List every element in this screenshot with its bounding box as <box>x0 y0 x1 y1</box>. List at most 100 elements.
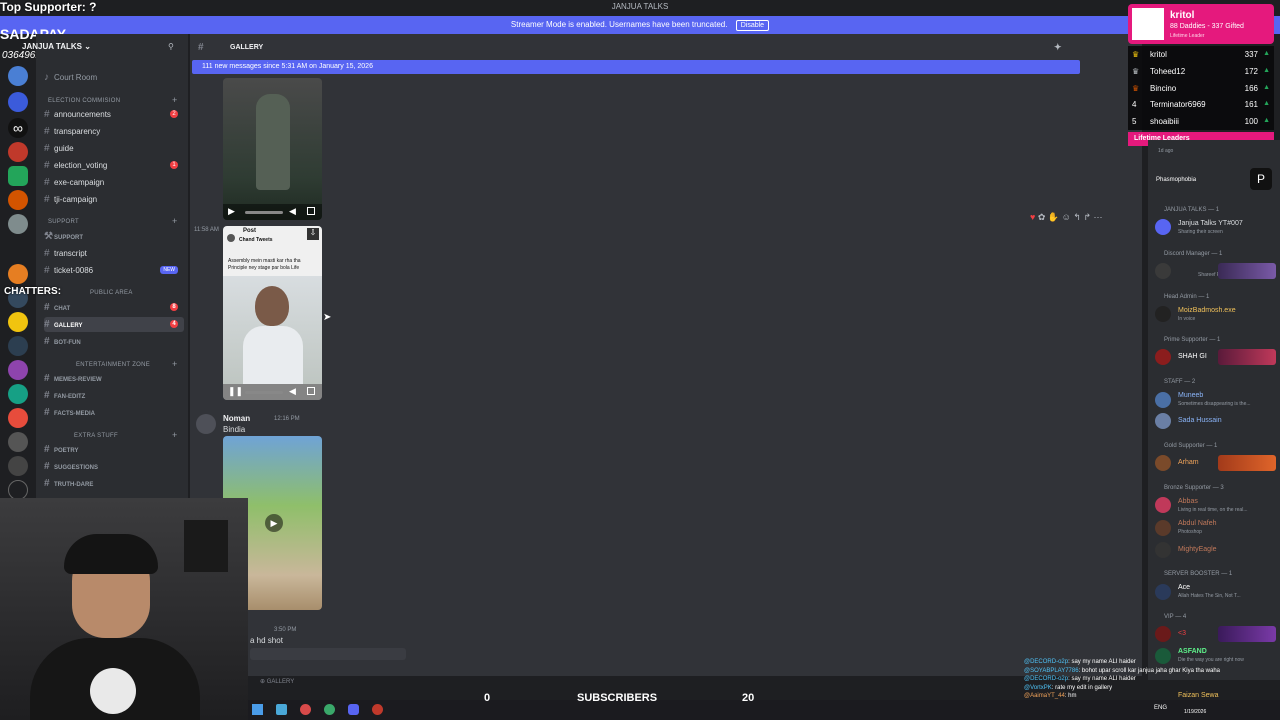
channel-court-room[interactable]: ♪ Court Room <box>44 70 184 85</box>
channel-guide[interactable]: # guide <box>44 141 184 156</box>
browser-icon[interactable] <box>324 704 335 715</box>
server-icon[interactable] <box>8 432 28 452</box>
download-icon[interactable]: ⇩ <box>307 228 319 240</box>
channel-poetry[interactable]: # POETRY <box>44 442 184 457</box>
server-icon[interactable] <box>8 214 28 234</box>
video-attachment[interactable]: Post Chand Tweets ⇩ Assembly mein masti … <box>223 226 322 400</box>
pin-icon[interactable]: ✦ <box>1054 42 1062 53</box>
add-channel-icon[interactable]: + <box>172 430 177 440</box>
member-name[interactable]: Janjua Talks YT#007 <box>1178 220 1243 227</box>
video-attachment[interactable]: ▶ ◀ <box>223 78 322 220</box>
thumbs-up-icon[interactable]: ✋ <box>1048 212 1059 222</box>
server-icon[interactable] <box>8 190 28 210</box>
avatar[interactable] <box>1155 219 1171 235</box>
new-messages-bar[interactable]: 111 new messages since 5:31 AM on Januar… <box>192 60 1080 74</box>
avatar[interactable] <box>1155 497 1171 513</box>
server-icon[interactable] <box>8 312 28 332</box>
channel-announcements[interactable]: # announcements 2 <box>44 107 184 122</box>
channel-transcript[interactable]: # transcript <box>44 246 184 261</box>
channel-chat[interactable]: # CHAT 8 <box>44 300 184 315</box>
app-icon[interactable] <box>276 704 287 715</box>
discord-icon[interactable] <box>348 704 359 715</box>
channel-exe-campaign[interactable]: # exe-campaign <box>44 175 184 190</box>
heart-reaction-icon[interactable]: ♥ <box>1030 212 1035 222</box>
channel-fan-editz[interactable]: # FAN-EDITZ <box>44 388 184 403</box>
infinity-icon[interactable]: ∞ <box>8 118 28 138</box>
video-progress[interactable] <box>245 211 283 214</box>
add-member-icon[interactable]: ⚲ <box>168 42 174 51</box>
channel-suggestions[interactable]: # SUGGESTIONS <box>44 459 184 474</box>
app-icon[interactable] <box>300 704 311 715</box>
avatar[interactable] <box>1155 392 1171 408</box>
add-channel-icon[interactable]: + <box>172 95 177 105</box>
more-icon[interactable]: ⋯ <box>1094 212 1103 222</box>
server-icon[interactable] <box>8 142 28 162</box>
discover-icon[interactable] <box>8 480 28 500</box>
channel-transparency[interactable]: # transparency <box>44 124 184 139</box>
avatar[interactable] <box>1155 584 1171 600</box>
server-icon[interactable] <box>8 384 28 404</box>
member-name[interactable]: MightyEagle <box>1178 546 1217 553</box>
message-input[interactable]: ⊕ GALLERY <box>260 678 294 685</box>
channel-ticket[interactable]: # ticket-0086 NEW <box>44 263 184 278</box>
avatar[interactable] <box>1155 626 1171 642</box>
member-name[interactable]: SHAH GI <box>1178 353 1207 360</box>
member-name[interactable]: Muneeb <box>1178 392 1203 399</box>
app-icon[interactable] <box>372 704 383 715</box>
channel-support[interactable]: ⚒SUPPORT <box>44 229 184 244</box>
server-icon[interactable] <box>8 66 28 86</box>
avatar[interactable] <box>1155 413 1171 429</box>
message-author[interactable]: Noman <box>223 414 250 423</box>
avatar[interactable] <box>1155 263 1171 279</box>
forward-icon[interactable]: ↱ <box>1083 212 1091 222</box>
channel-memes-review[interactable]: # MEMES-REVIEW <box>44 371 184 386</box>
member-name[interactable]: <3 <box>1178 630 1186 637</box>
member-name[interactable]: Arham <box>1178 459 1199 466</box>
category-extra-stuff[interactable]: EXTRA STUFF <box>74 433 118 439</box>
start-icon[interactable] <box>252 704 263 715</box>
server-icon[interactable] <box>8 336 28 356</box>
channel-truth-dare[interactable]: # TRUTH-DARE <box>44 476 184 491</box>
channel-facts-media[interactable]: # FACTS-MEDIA <box>44 405 184 420</box>
reply-icon[interactable]: ↰ <box>1073 212 1081 222</box>
volume-icon[interactable]: ◀ <box>289 386 296 397</box>
fullscreen-icon[interactable] <box>307 207 315 215</box>
avatar[interactable] <box>1155 542 1171 558</box>
category-support[interactable]: SUPPORT <box>48 219 79 225</box>
play-icon[interactable]: ▶ <box>228 206 235 217</box>
member-name[interactable]: Abdul Nafeh <box>1178 520 1217 527</box>
emoji-picker-icon[interactable]: ☺ <box>1062 212 1071 222</box>
avatar[interactable] <box>1155 455 1171 471</box>
server-icon[interactable] <box>8 360 28 380</box>
server-icon[interactable] <box>8 166 28 186</box>
category-entertainment-zone[interactable]: ENTERTAINMENT ZONE <box>76 362 150 368</box>
channel-election-voting[interactable]: # election_voting 1 <box>44 158 184 173</box>
category-public-area[interactable]: PUBLIC AREA <box>90 290 133 296</box>
avatar[interactable] <box>1155 349 1171 365</box>
pause-icon[interactable]: ❚❚ <box>228 386 243 397</box>
attach-icon[interactable]: ⊕ <box>260 679 267 685</box>
server-icon[interactable] <box>8 92 28 112</box>
add-channel-icon[interactable]: + <box>172 359 177 369</box>
add-channel-icon[interactable]: + <box>172 216 177 226</box>
reaction-icon[interactable]: ✿ <box>1038 212 1046 222</box>
member-name[interactable]: Abbas <box>1178 498 1198 505</box>
member-name[interactable]: Ace <box>1178 584 1190 591</box>
member-name[interactable]: Sada Hussain <box>1178 417 1222 424</box>
channel-gallery[interactable]: # GALLERY 4 <box>44 317 184 332</box>
channel-bot-fun[interactable]: # BOT-FUN <box>44 334 184 349</box>
category-election-commision[interactable]: Election Commision <box>48 98 120 104</box>
avatar[interactable] <box>196 414 216 434</box>
play-icon[interactable]: ▶ <box>265 514 283 532</box>
server-name[interactable]: JANJUA TALKS ⌄ <box>22 42 91 51</box>
avatar[interactable] <box>1155 520 1171 536</box>
member-name[interactable]: MoizBadmosh.exe <box>1178 307 1236 314</box>
server-icon[interactable] <box>8 456 28 476</box>
server-icon[interactable] <box>8 264 28 284</box>
video-progress[interactable] <box>245 391 283 394</box>
channel-tji-campaign[interactable]: # tji-campaign <box>44 192 184 207</box>
server-icon[interactable] <box>8 408 28 428</box>
fullscreen-icon[interactable] <box>307 387 315 395</box>
avatar[interactable] <box>1155 306 1171 322</box>
disable-streamer-mode-button[interactable]: Disable <box>735 20 770 31</box>
